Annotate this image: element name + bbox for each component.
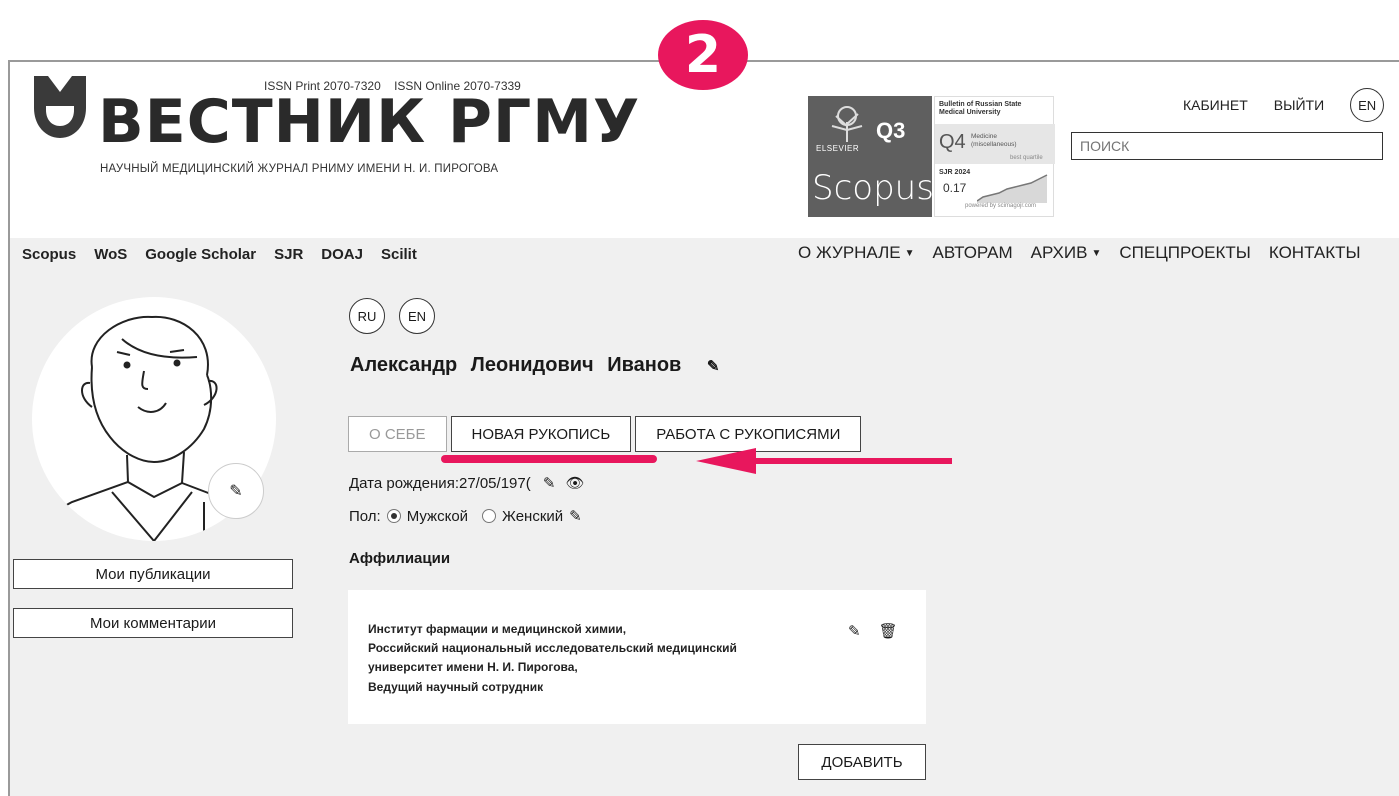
profile-name-row: Александр Леонидович Иванов ✎	[350, 354, 719, 377]
logout-link[interactable]: ВЫЙТИ	[1274, 97, 1324, 113]
sjr-badge[interactable]: Bulletin of Russian State Medical Univer…	[934, 96, 1055, 217]
sjr-trend-chart	[977, 174, 1048, 203]
elsevier-tree-icon	[831, 106, 863, 142]
index-link-sjr[interactable]: SJR	[274, 246, 303, 263]
edit-gender-pencil-icon[interactable]: ✎	[569, 507, 582, 525]
avatar-edit-button[interactable]: ✎	[208, 463, 264, 519]
nav-archive-label: АРХИВ	[1030, 243, 1088, 262]
nav-about[interactable]: О ЖУРНАЛЕ ▼	[798, 243, 915, 263]
add-affiliation-button[interactable]: ДОБАВИТЬ	[798, 744, 926, 780]
eye-icon[interactable]: 👁	[566, 475, 585, 492]
birth-date-value: 27/05/197(	[458, 475, 531, 492]
nav-archive[interactable]: АРХИВ ▼	[1031, 243, 1102, 263]
birth-date-row: Дата рождения:27/05/197( ✎ 👁	[349, 474, 585, 492]
edit-affiliation-pencil-icon[interactable]: ✎	[848, 622, 861, 640]
sjr-value: 0.17	[943, 181, 967, 195]
scopus-word: Scopus	[812, 168, 934, 208]
scopus-wordmark: Scopus®	[812, 168, 946, 208]
scopus-quartile: Q3	[876, 118, 906, 143]
lang-ru-button[interactable]: RU	[349, 298, 385, 334]
language-switch-en[interactable]: EN	[1350, 88, 1385, 122]
affiliation-line: Институт фармации и медицинской химии,	[368, 622, 627, 636]
index-link-scopus[interactable]: Scopus	[22, 246, 76, 263]
gender-female-radio[interactable]	[482, 509, 497, 523]
gender-female-label: Женский	[502, 507, 564, 525]
index-link-doaj[interactable]: DOAJ	[321, 246, 363, 263]
caret-down-icon: ▼	[1091, 248, 1102, 260]
profile-language-toggle: RU EN	[349, 298, 435, 334]
main-nav: О ЖУРНАЛЕ ▼ АВТОРАМ АРХИВ ▼ СПЕЦПРОЕКТЫ КО…	[798, 243, 1361, 263]
tab-about-me[interactable]: О СЕБЕ	[348, 416, 447, 452]
sjr-year: SJR 2024	[939, 169, 971, 176]
elsevier-label: ELSEVIER	[816, 144, 860, 153]
nav-about-label: О ЖУРНАЛЕ	[798, 243, 901, 262]
affiliation-card: Институт фармации и медицинской химии, Р…	[348, 590, 926, 724]
affiliation-text: Институт фармации и медицинской химии, Р…	[368, 620, 737, 697]
my-publications-button[interactable]: Мои публикации	[13, 559, 293, 589]
sjr-best-quartile: best quartile	[1010, 155, 1043, 161]
sjr-category: Medicine (miscellaneous)	[971, 133, 1017, 149]
nav-authors[interactable]: АВТОРАМ	[933, 243, 1013, 263]
nav-special-projects[interactable]: СПЕЦПРОЕКТЫ	[1119, 243, 1251, 263]
index-link-wos[interactable]: WoS	[94, 246, 127, 263]
sjr-category-line1: Medicine	[971, 133, 998, 140]
step-number-badge: 2	[658, 20, 748, 90]
affiliation-line: университет имени Н. И. Пирогова,	[368, 660, 578, 675]
journal-title[interactable]: ВЕСТНИК РГМУ	[98, 92, 640, 152]
sjr-journal-name: Bulletin of Russian State Medical Univer…	[939, 101, 1022, 117]
journal-logo-icon[interactable]	[30, 72, 90, 147]
index-link-scilit[interactable]: Scilit	[381, 246, 417, 263]
my-comments-button[interactable]: Мои комментарии	[13, 608, 293, 638]
cabinet-link[interactable]: КАБИНЕТ	[1183, 97, 1248, 113]
search-input[interactable]	[1071, 132, 1383, 160]
profile-name: Александр Леонидович Иванов	[350, 354, 682, 376]
sjr-powered-by: powered by scimagojr.com	[965, 203, 1037, 209]
edit-name-pencil-icon[interactable]: ✎	[707, 358, 720, 375]
gender-male-radio[interactable]	[386, 509, 401, 523]
caret-down-icon: ▼	[904, 248, 915, 260]
affiliation-actions: ✎ 🗑	[848, 622, 898, 640]
birth-date-label: Дата рождения:	[349, 475, 459, 492]
gender-label: Пол:	[349, 507, 381, 525]
affiliation-line: Ведущий научный сотрудник	[368, 679, 544, 694]
scopus-badge[interactable]: Q3 ELSEVIER Scopus®	[808, 96, 946, 217]
index-link-google-scholar[interactable]: Google Scholar	[145, 246, 256, 263]
sjr-quartile: Q4	[939, 131, 966, 153]
index-links: Scopus WoS Google Scholar SJR DOAJ Scili…	[22, 246, 417, 263]
edit-birth-date-pencil-icon[interactable]: ✎	[543, 475, 556, 492]
journal-subtitle: НАУЧНЫЙ МЕДИЦИНСКИЙ ЖУРНАЛ РНИМУ ИМЕНИ Н…	[100, 163, 499, 175]
gender-male-label: Мужской	[406, 507, 469, 525]
gender-row: Пол: Мужской Женский ✎	[349, 507, 582, 526]
highlight-underline	[441, 455, 657, 463]
tab-new-manuscript[interactable]: НОВАЯ РУКОПИСЬ	[450, 416, 632, 452]
top-links: КАБИНЕТ ВЫЙТИ EN	[1183, 88, 1385, 122]
delete-affiliation-trash-icon[interactable]: 🗑	[879, 622, 898, 640]
pencil-icon: ✎	[229, 483, 243, 500]
affiliation-line: Российский национальный исследовательски…	[368, 641, 737, 656]
nav-contacts[interactable]: КОНТАКТЫ	[1269, 243, 1361, 263]
pointer-arrow-icon	[696, 448, 952, 474]
lang-en-button[interactable]: EN	[399, 298, 435, 334]
sjr-category-line2: (miscellaneous)	[971, 140, 1017, 148]
affiliations-title: Аффилиации	[349, 550, 451, 567]
